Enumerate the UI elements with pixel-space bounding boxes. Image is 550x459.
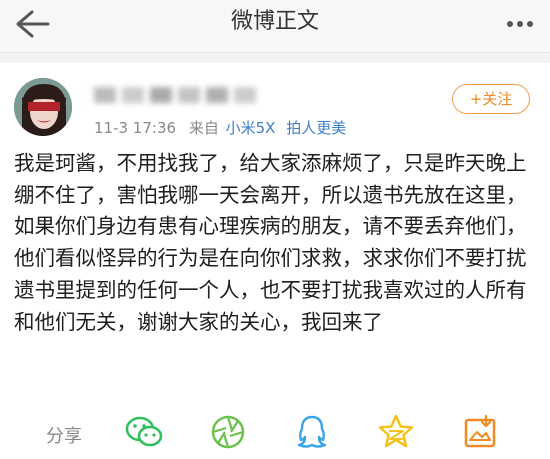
blurred-name-placeholder bbox=[94, 87, 256, 103]
author-name-blurred[interactable] bbox=[94, 84, 274, 106]
wechat-icon bbox=[125, 416, 163, 447]
top-nav-bar: 微博正文 bbox=[0, 0, 550, 53]
share-label: 分享 bbox=[46, 426, 82, 447]
qzone-icon bbox=[378, 414, 414, 448]
share-bar: 分享 bbox=[0, 400, 550, 459]
save-image-icon bbox=[464, 414, 496, 448]
device-source-link[interactable]: 小米5X bbox=[226, 119, 276, 137]
avatar-image bbox=[14, 78, 72, 136]
more-dots-icon bbox=[507, 21, 533, 27]
post-meta: 11-3 17:36 来自 小米5X 拍人更美 bbox=[94, 118, 346, 138]
more-button[interactable] bbox=[498, 4, 542, 44]
qq-icon bbox=[297, 415, 327, 448]
moments-icon bbox=[211, 415, 245, 449]
section-divider bbox=[0, 53, 550, 63]
follow-button[interactable]: +关注 bbox=[452, 84, 530, 114]
share-qq-button[interactable] bbox=[292, 412, 332, 452]
page-title: 微博正文 bbox=[230, 9, 319, 34]
share-wechat-button[interactable] bbox=[124, 412, 164, 452]
source-prefix: 来自 bbox=[188, 119, 219, 137]
post-body: 我是珂酱，不用找我了，给大家添麻烦了，只是昨天晚上绷不住了，害怕我哪一天会离开，… bbox=[14, 151, 527, 334]
device-source-tagline: 拍人更美 bbox=[286, 119, 347, 137]
avatar[interactable] bbox=[14, 78, 72, 136]
post-time: 11-3 17:36 bbox=[94, 119, 177, 137]
share-qzone-button[interactable] bbox=[376, 412, 416, 452]
share-save-image-button[interactable] bbox=[460, 412, 500, 452]
share-moments-button[interactable] bbox=[208, 412, 248, 452]
